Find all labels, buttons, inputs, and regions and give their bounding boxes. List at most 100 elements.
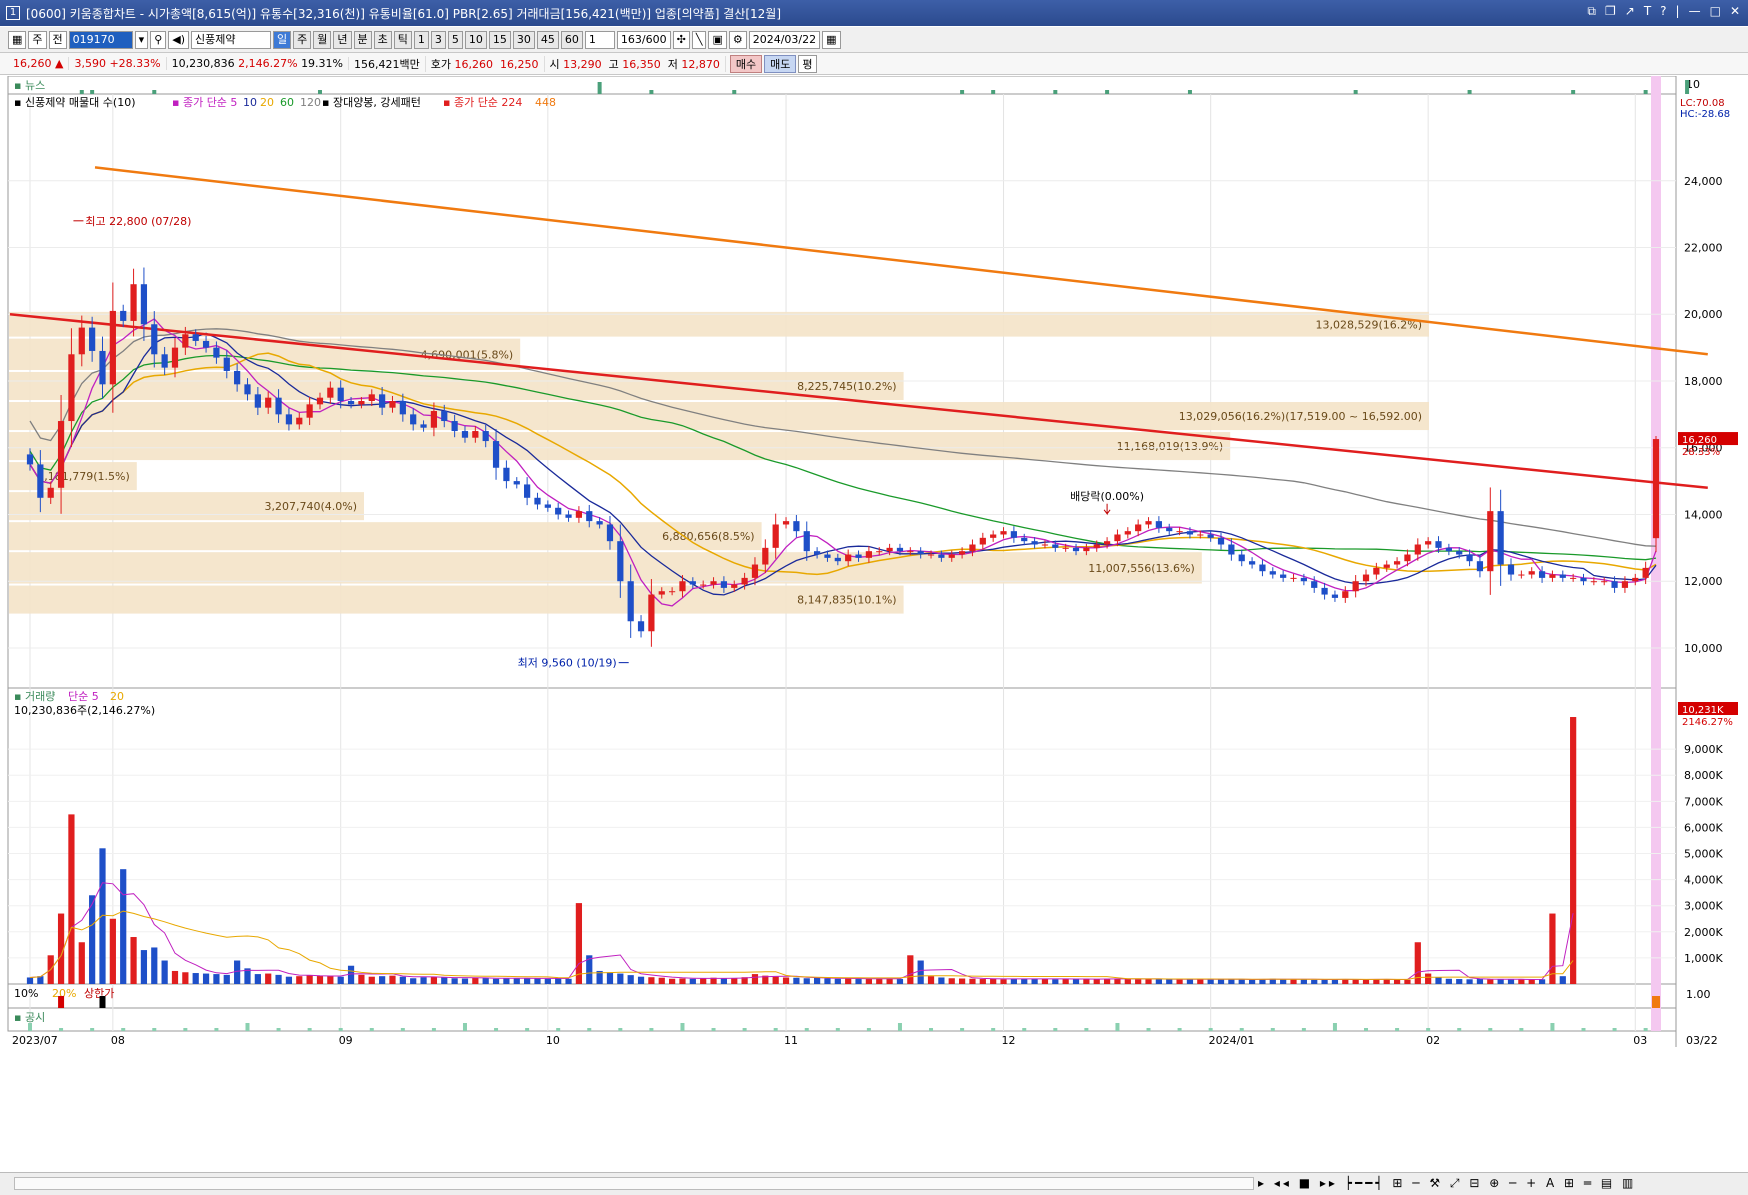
candle-body: [845, 554, 852, 562]
candle-body: [969, 544, 976, 552]
chart-area[interactable]: 13,028,529(16.2%)4,690,001(5.8%)8,225,74…: [0, 76, 1748, 1172]
sell-button[interactable]: 매도: [764, 54, 797, 73]
chart-nav-icons[interactable]: ▸ ◂◂ ■ ▸▸ ┝━━┥ ⊞ ─ ⚒ ⤢ ⊟ ⊕ ─ + A ⊞ ═ ▤ ▥: [1258, 1176, 1636, 1191]
notice-bar: [183, 1028, 188, 1031]
close-icon[interactable]: ✕: [1730, 4, 1740, 19]
buy-button[interactable]: 매수: [729, 54, 763, 73]
candle-body: [1052, 544, 1059, 548]
period-tick[interactable]: 틱: [393, 30, 412, 49]
cursor-icon[interactable]: ✣: [672, 30, 690, 49]
candle-body: [1280, 574, 1287, 578]
copy-icon[interactable]: ❐: [1605, 4, 1616, 19]
interval-5[interactable]: 5: [447, 30, 463, 49]
candle-body: [544, 504, 551, 508]
notice-bar: [1581, 1028, 1586, 1031]
multiplier-input[interactable]: 1: [584, 30, 615, 49]
calendar-icon[interactable]: ▦: [822, 30, 841, 49]
x-tick-label: 2024/01: [1209, 1034, 1255, 1047]
restore-icon[interactable]: ⧉: [1587, 4, 1596, 19]
ask-price: 16,260: [454, 57, 494, 71]
chart-scrollbar[interactable]: [14, 1177, 1254, 1190]
volume-bar: [1466, 979, 1473, 984]
candle-body: [1414, 544, 1421, 555]
period-month[interactable]: 월: [313, 30, 332, 49]
news-bar: [1105, 90, 1110, 94]
candle-body: [109, 310, 116, 385]
period-year[interactable]: 년: [333, 30, 352, 49]
candle-body: [296, 417, 303, 425]
stock-code-input[interactable]: 019170: [68, 30, 133, 49]
search-icon[interactable]: ⚲: [150, 30, 167, 49]
average-button[interactable]: 평: [798, 54, 817, 73]
volume-bar: [275, 974, 282, 984]
notice-bar: [1208, 1028, 1213, 1031]
interval-60[interactable]: 60: [560, 30, 583, 49]
notice-bar: [276, 1028, 281, 1031]
volume-profile-label: 11,007,556(13.6%): [1088, 562, 1195, 575]
range-select[interactable]: 전: [48, 30, 67, 49]
change-value: 3,590: [74, 57, 106, 70]
period-second[interactable]: 초: [373, 30, 392, 49]
interval-3[interactable]: 3: [430, 30, 446, 49]
candle-body: [37, 464, 44, 498]
candle-body: [1352, 581, 1359, 592]
gear-icon[interactable]: ⚙: [728, 30, 747, 49]
notice-bar: [742, 1028, 747, 1031]
volume-tick-label: 1,000K: [1684, 952, 1723, 965]
period-week[interactable]: 주: [293, 30, 312, 49]
volume-bar: [1186, 979, 1194, 984]
news-bar: [991, 90, 996, 94]
limit-marker: [58, 996, 65, 1008]
candle-body: [534, 497, 541, 505]
candle-body: [57, 421, 65, 488]
candle-body: [1062, 547, 1069, 549]
save-icon[interactable]: ▣: [708, 30, 727, 49]
stock-name[interactable]: 신풍제약: [191, 30, 272, 49]
type-select[interactable]: 주: [28, 30, 47, 49]
grid-icon[interactable]: ▦: [8, 30, 27, 49]
candle-body: [1176, 531, 1183, 533]
count-input[interactable]: 163/600: [616, 30, 671, 49]
notice-bar: [1115, 1023, 1120, 1031]
interval-15[interactable]: 15: [488, 30, 511, 49]
candle-body: [1300, 577, 1307, 582]
speaker-icon[interactable]: ◀): [168, 30, 190, 49]
text-icon[interactable]: T: [1644, 4, 1651, 19]
interval-30[interactable]: 30: [512, 30, 535, 49]
volume-profile-band: [9, 552, 1202, 584]
volume-bar: [658, 977, 665, 984]
help-icon[interactable]: ?: [1660, 4, 1666, 19]
volume-bar: [637, 976, 645, 984]
candle-body: [1197, 534, 1204, 536]
candle-body: [876, 551, 883, 553]
volume-bar: [192, 973, 199, 984]
candle-body: [1103, 541, 1111, 545]
date-input[interactable]: 2024/03/22: [748, 30, 821, 49]
news-bar: [317, 90, 322, 94]
move-icon[interactable]: ↗: [1625, 4, 1635, 19]
chevron-down-icon[interactable]: ▾: [134, 30, 149, 49]
volume-bar: [1393, 979, 1401, 984]
candle-body: [285, 414, 293, 425]
notice-bar: [90, 1028, 95, 1031]
news-bar: [79, 90, 84, 94]
volume-bar: [1352, 979, 1359, 984]
candle-body: [1031, 541, 1038, 545]
screen-number[interactable]: 1: [6, 6, 20, 20]
interval-1[interactable]: 1: [413, 30, 429, 49]
period-day[interactable]: 일: [273, 30, 292, 49]
interval-10[interactable]: 10: [464, 30, 487, 49]
candle-body: [1642, 567, 1649, 578]
period-minute[interactable]: 분: [353, 30, 372, 49]
interval-45[interactable]: 45: [536, 30, 559, 49]
volume-profile-label: 11,168,019(13.9%): [1117, 440, 1224, 453]
notice-label: ▪ 공시: [14, 1011, 45, 1024]
notice-bar: [1395, 1028, 1400, 1031]
last-date-label: 03/22: [1686, 1034, 1718, 1047]
minimize-icon[interactable]: —: [1689, 4, 1701, 19]
maximize-icon[interactable]: □: [1710, 4, 1721, 19]
candle-body: [1497, 511, 1504, 565]
line-icon[interactable]: ╲: [691, 30, 707, 49]
ohl-cell: 시 13,290 고 16,350 저 12,870: [545, 55, 726, 72]
volume-bar: [202, 973, 210, 984]
